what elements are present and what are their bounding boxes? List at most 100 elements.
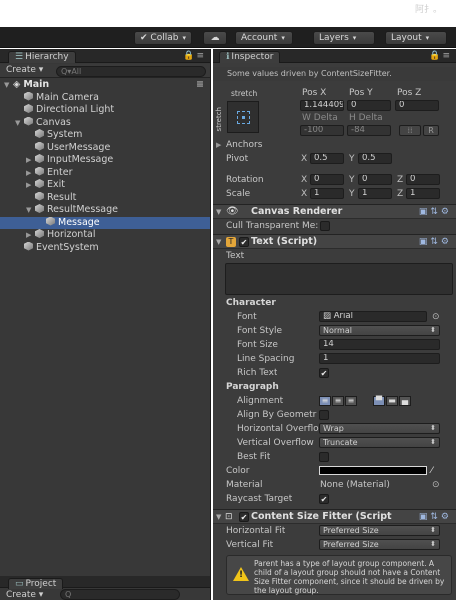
raycast-target-checkbox[interactable]: ✔ xyxy=(319,494,329,504)
gameobject-cube-icon xyxy=(24,104,33,113)
width-field: -100 xyxy=(300,125,344,136)
rotation-y-field[interactable]: 0 xyxy=(358,174,392,185)
hierarchy-search-input[interactable]: Q▾All xyxy=(56,66,206,77)
font-size-field[interactable]: 14 xyxy=(319,339,440,350)
text-script-header[interactable]: ▼ T ✔ Text (Script) ▣⇅⚙ xyxy=(213,234,456,249)
raw-edit-button[interactable]: R xyxy=(423,125,439,136)
align-left-button[interactable]: ≡ xyxy=(319,396,331,406)
expanded-arrow-icon[interactable]: ▼ xyxy=(26,204,35,217)
expanded-arrow-icon[interactable]: ▼ xyxy=(15,117,24,130)
scale-row: Scale X 1 Y 1 Z 1 xyxy=(213,187,456,201)
inspector-panel: ℹ Inspector 🔒≡ Some values driven by Cont… xyxy=(213,49,456,600)
component-settings-icon[interactable]: ▣⇅⚙ xyxy=(419,235,452,249)
tab-project[interactable]: ▭ Project xyxy=(8,578,64,589)
blueprint-button[interactable]: ⁞⁞ xyxy=(399,125,421,136)
vertical-overflow-dropdown[interactable]: Truncate ⬍ xyxy=(319,437,440,448)
cull-checkbox[interactable] xyxy=(320,221,330,231)
object-picker-icon[interactable]: ⊙ xyxy=(432,310,440,324)
line-spacing-field[interactable]: 1 xyxy=(319,353,440,364)
horizontal-fit-dropdown[interactable]: Preferred Size ⬍ xyxy=(319,525,440,536)
unity-scene-icon: ◈ xyxy=(13,79,21,90)
anchors-row[interactable]: ▶ Anchors xyxy=(213,138,456,152)
tab-hierarchy[interactable]: ☰ Hierarchy xyxy=(8,51,76,63)
vertical-fit-dropdown[interactable]: Preferred Size ⬍ xyxy=(319,539,440,550)
hierarchy-item[interactable]: Directional Light xyxy=(0,104,210,117)
collapsed-arrow-icon[interactable]: ▶ xyxy=(26,154,35,167)
hierarchy-item[interactable]: ▼ Canvas xyxy=(0,116,210,130)
align-by-geometry-checkbox[interactable] xyxy=(319,410,329,420)
font-style-dropdown[interactable]: Normal ⬍ xyxy=(319,325,440,336)
hierarchy-item[interactable]: Message xyxy=(0,216,210,229)
project-search-input[interactable]: Q xyxy=(60,589,180,600)
rich-text-checkbox[interactable]: ✔ xyxy=(319,368,329,378)
expanded-arrow-icon[interactable]: ▼ xyxy=(4,79,13,92)
font-field[interactable]: ▨ Arial xyxy=(319,311,427,322)
pos-x-field[interactable]: 1.144409 xyxy=(300,100,344,111)
tab-inspector[interactable]: ℹ Inspector xyxy=(219,51,281,63)
cloud-button[interactable]: ☁ xyxy=(203,31,227,45)
hierarchy-item-label: Result xyxy=(47,191,77,203)
eyedropper-icon[interactable]: ⁄ xyxy=(431,464,433,478)
hierarchy-item[interactable]: EventSystem xyxy=(0,241,210,255)
gameobject-cube-icon xyxy=(35,166,44,176)
layout-dropdown[interactable]: Layout ▾ xyxy=(385,31,447,45)
rotation-z-field[interactable]: 0 xyxy=(406,174,440,185)
text-content-area[interactable] xyxy=(225,263,453,295)
align-right-button[interactable]: ≡ xyxy=(345,396,357,406)
hierarchy-item[interactable]: System xyxy=(0,129,210,142)
hierarchy-item[interactable]: Result xyxy=(0,191,210,205)
window-corner-text: 阿扌。 xyxy=(414,5,442,15)
hierarchy-item[interactable]: ▶ Horizontal xyxy=(0,229,210,242)
anchor-preset-button[interactable] xyxy=(227,101,259,133)
hierarchy-item[interactable]: Main Camera xyxy=(0,91,210,105)
rotation-x-field[interactable]: 0 xyxy=(310,174,344,185)
hierarchy-item-label: Message xyxy=(58,216,100,228)
canvas-renderer-header[interactable]: ▼ 👁 Canvas Renderer ▣⇅⚙ xyxy=(213,204,456,219)
pos-z-field[interactable]: 0 xyxy=(395,100,439,111)
pos-y-field[interactable]: 0 xyxy=(347,100,391,111)
collab-button[interactable]: ✔ Collab ▾ xyxy=(134,31,192,45)
component-settings-icon[interactable]: ▣⇅⚙ xyxy=(419,510,452,524)
hierarchy-item[interactable]: ▶ InputMessage xyxy=(0,154,210,167)
scale-z-field[interactable]: 1 xyxy=(406,188,440,199)
account-dropdown[interactable]: Account ▾ xyxy=(235,31,293,45)
pivot-x-field[interactable]: 0.5 xyxy=(310,153,344,164)
folder-icon: ▭ xyxy=(15,579,24,589)
hierarchy-item-label: Main xyxy=(23,79,50,90)
object-picker-icon[interactable]: ⊙ xyxy=(432,478,440,492)
gameobject-cube-icon xyxy=(35,229,44,238)
text-enabled-checkbox[interactable]: ✔ xyxy=(239,237,249,247)
align-top-button[interactable]: ▀ xyxy=(373,396,385,406)
scale-y-field[interactable]: 1 xyxy=(358,188,392,199)
horizontal-overflow-dropdown[interactable]: Wrap ⬍ xyxy=(319,423,440,434)
inspector-menu-icon[interactable]: 🔒≡ xyxy=(429,51,452,61)
anchor-preset-label: stretch xyxy=(231,89,258,98)
hierarchy-item[interactable]: ▶ Exit xyxy=(0,179,210,192)
align-bottom-button[interactable]: ▄ xyxy=(399,396,411,406)
collapsed-arrow-icon[interactable]: ▶ xyxy=(26,179,35,192)
best-fit-checkbox[interactable] xyxy=(319,452,329,462)
layers-dropdown[interactable]: Layers ▾ xyxy=(313,31,375,45)
fold-arrow-icon: ▼ xyxy=(216,238,222,246)
eye-icon: 👁 xyxy=(226,206,239,217)
scene-menu-icon[interactable]: ≡ xyxy=(196,79,204,92)
hierarchy-item[interactable]: UserMessage xyxy=(0,141,210,155)
scale-x-field[interactable]: 1 xyxy=(310,188,344,199)
project-create-dropdown[interactable]: Create ▾ xyxy=(6,590,43,600)
component-settings-icon[interactable]: ▣⇅⚙ xyxy=(419,205,452,219)
align-center-button[interactable]: ≡ xyxy=(332,396,344,406)
collapsed-arrow-icon[interactable]: ▶ xyxy=(26,167,35,180)
hierarchy-item[interactable]: ▶ Enter xyxy=(0,166,210,180)
hierarchy-item-label: ResultMessage xyxy=(47,204,118,215)
create-dropdown[interactable]: Create ▾ xyxy=(6,65,43,75)
align-middle-button[interactable]: ▬ xyxy=(386,396,398,406)
content-size-fitter-header[interactable]: ▼ ⊡ ✔ Content Size Fitter (Script ▣⇅⚙ xyxy=(213,509,456,524)
material-field[interactable]: None (Material) xyxy=(320,478,390,492)
pivot-y-field[interactable]: 0.5 xyxy=(358,153,392,164)
hierarchy-item[interactable]: ▼ ◈ Main ≡ xyxy=(0,79,210,92)
hierarchy-item[interactable]: ▼ ResultMessage xyxy=(0,204,210,217)
fitter-enabled-checkbox[interactable]: ✔ xyxy=(239,512,249,522)
panel-menu-icon[interactable]: 🔒≡ xyxy=(183,51,206,61)
color-swatch[interactable] xyxy=(319,466,427,475)
collapsed-arrow-icon[interactable]: ▶ xyxy=(26,229,35,242)
